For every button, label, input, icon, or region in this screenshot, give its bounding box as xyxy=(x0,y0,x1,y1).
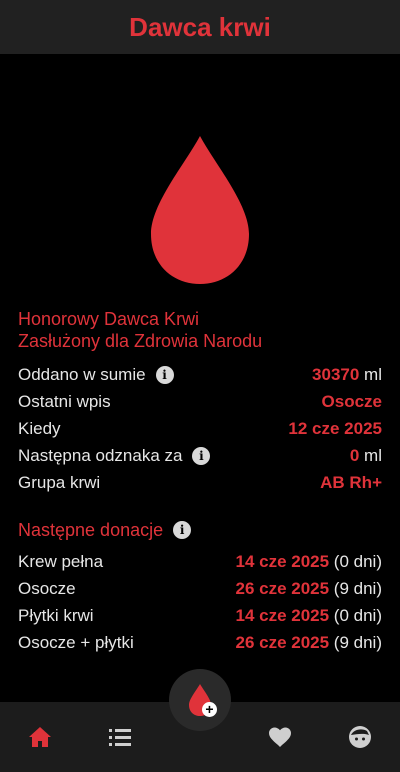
donation-type: Osocze + płytki xyxy=(18,632,134,652)
hero-drop xyxy=(0,130,400,290)
stat-unit: ml xyxy=(359,364,382,384)
nav-list[interactable] xyxy=(90,707,150,767)
honor-title: Honorowy Dawca Krwi Zasłużony dla Zdrowi… xyxy=(18,308,382,352)
list-icon xyxy=(109,729,131,746)
add-donation-button[interactable]: + xyxy=(169,669,231,731)
next-row-plasma-platelets: Osocze + płytki 26 cze 2025 (9 dni) xyxy=(18,629,382,656)
info-icon[interactable]: i xyxy=(155,365,174,384)
nav-favorites[interactable] xyxy=(250,707,310,767)
donation-type: Krew pełna xyxy=(18,551,104,571)
next-row-platelets: Płytki krwi 14 cze 2025 (0 dni) xyxy=(18,602,382,629)
stat-label: Następna odznaka za xyxy=(18,445,183,465)
donation-days: (0 dni) xyxy=(329,605,382,625)
honor-line-1: Honorowy Dawca Krwi xyxy=(18,309,200,329)
stat-row-total: Oddano w sumie i 30370 ml xyxy=(18,361,382,388)
stat-row-blood-group: Grupa krwi AB Rh+ xyxy=(18,469,382,496)
stat-label: Grupa krwi xyxy=(18,472,101,492)
nav-home[interactable] xyxy=(10,707,70,767)
donation-type: Osocze xyxy=(18,578,76,598)
stat-label: Oddano w sumie xyxy=(18,364,146,384)
blood-drop-icon xyxy=(151,136,249,284)
stat-unit: ml xyxy=(359,445,382,465)
app-bar: Dawca krwi xyxy=(0,0,400,54)
stat-value: Osocze xyxy=(321,391,382,411)
donation-date: 26 cze 2025 xyxy=(235,578,330,598)
next-row-plasma: Osocze 26 cze 2025 (9 dni) xyxy=(18,575,382,602)
info-icon[interactable]: i xyxy=(192,446,211,465)
donation-date: 14 cze 2025 xyxy=(235,605,330,625)
nav-profile[interactable] xyxy=(330,707,390,767)
stat-label: Ostatni wpis xyxy=(18,391,111,411)
stat-label: Kiedy xyxy=(18,418,61,438)
donation-date: 14 cze 2025 xyxy=(235,551,330,571)
plus-badge: + xyxy=(202,702,217,717)
donation-type: Płytki krwi xyxy=(18,605,94,625)
donation-days: (0 dni) xyxy=(329,551,382,571)
stat-value: AB Rh+ xyxy=(320,472,382,492)
app-title: Dawca krwi xyxy=(129,11,271,42)
profile-face-icon xyxy=(349,726,371,748)
info-icon[interactable]: i xyxy=(173,521,192,539)
donation-days: (9 dni) xyxy=(329,578,382,598)
stat-row-last-entry: Ostatni wpis Osocze xyxy=(18,388,382,415)
stat-value: 12 cze 2025 xyxy=(288,418,382,438)
stat-value: 0 xyxy=(349,445,360,465)
donation-date: 26 cze 2025 xyxy=(235,632,330,652)
next-donations-heading: Następne donacje xyxy=(18,519,164,540)
stat-value: 30370 xyxy=(312,364,360,384)
stats-list: Oddano w sumie i 30370 ml Ostatni wpis O… xyxy=(18,361,382,496)
honor-line-2: Zasłużony dla Zdrowia Narodu xyxy=(18,331,263,351)
stat-row-when: Kiedy 12 cze 2025 xyxy=(18,415,382,442)
stat-row-next-badge: Następna odznaka za i 0 ml xyxy=(18,442,382,469)
next-donations-list: Krew pełna 14 cze 2025 (0 dni) Osocze 26… xyxy=(18,548,382,656)
next-donations-title: Następne donacje i xyxy=(18,518,382,542)
donation-days: (9 dni) xyxy=(329,632,382,652)
next-row-whole-blood: Krew pełna 14 cze 2025 (0 dni) xyxy=(18,548,382,575)
heart-icon xyxy=(269,727,291,747)
home-icon xyxy=(29,727,51,747)
